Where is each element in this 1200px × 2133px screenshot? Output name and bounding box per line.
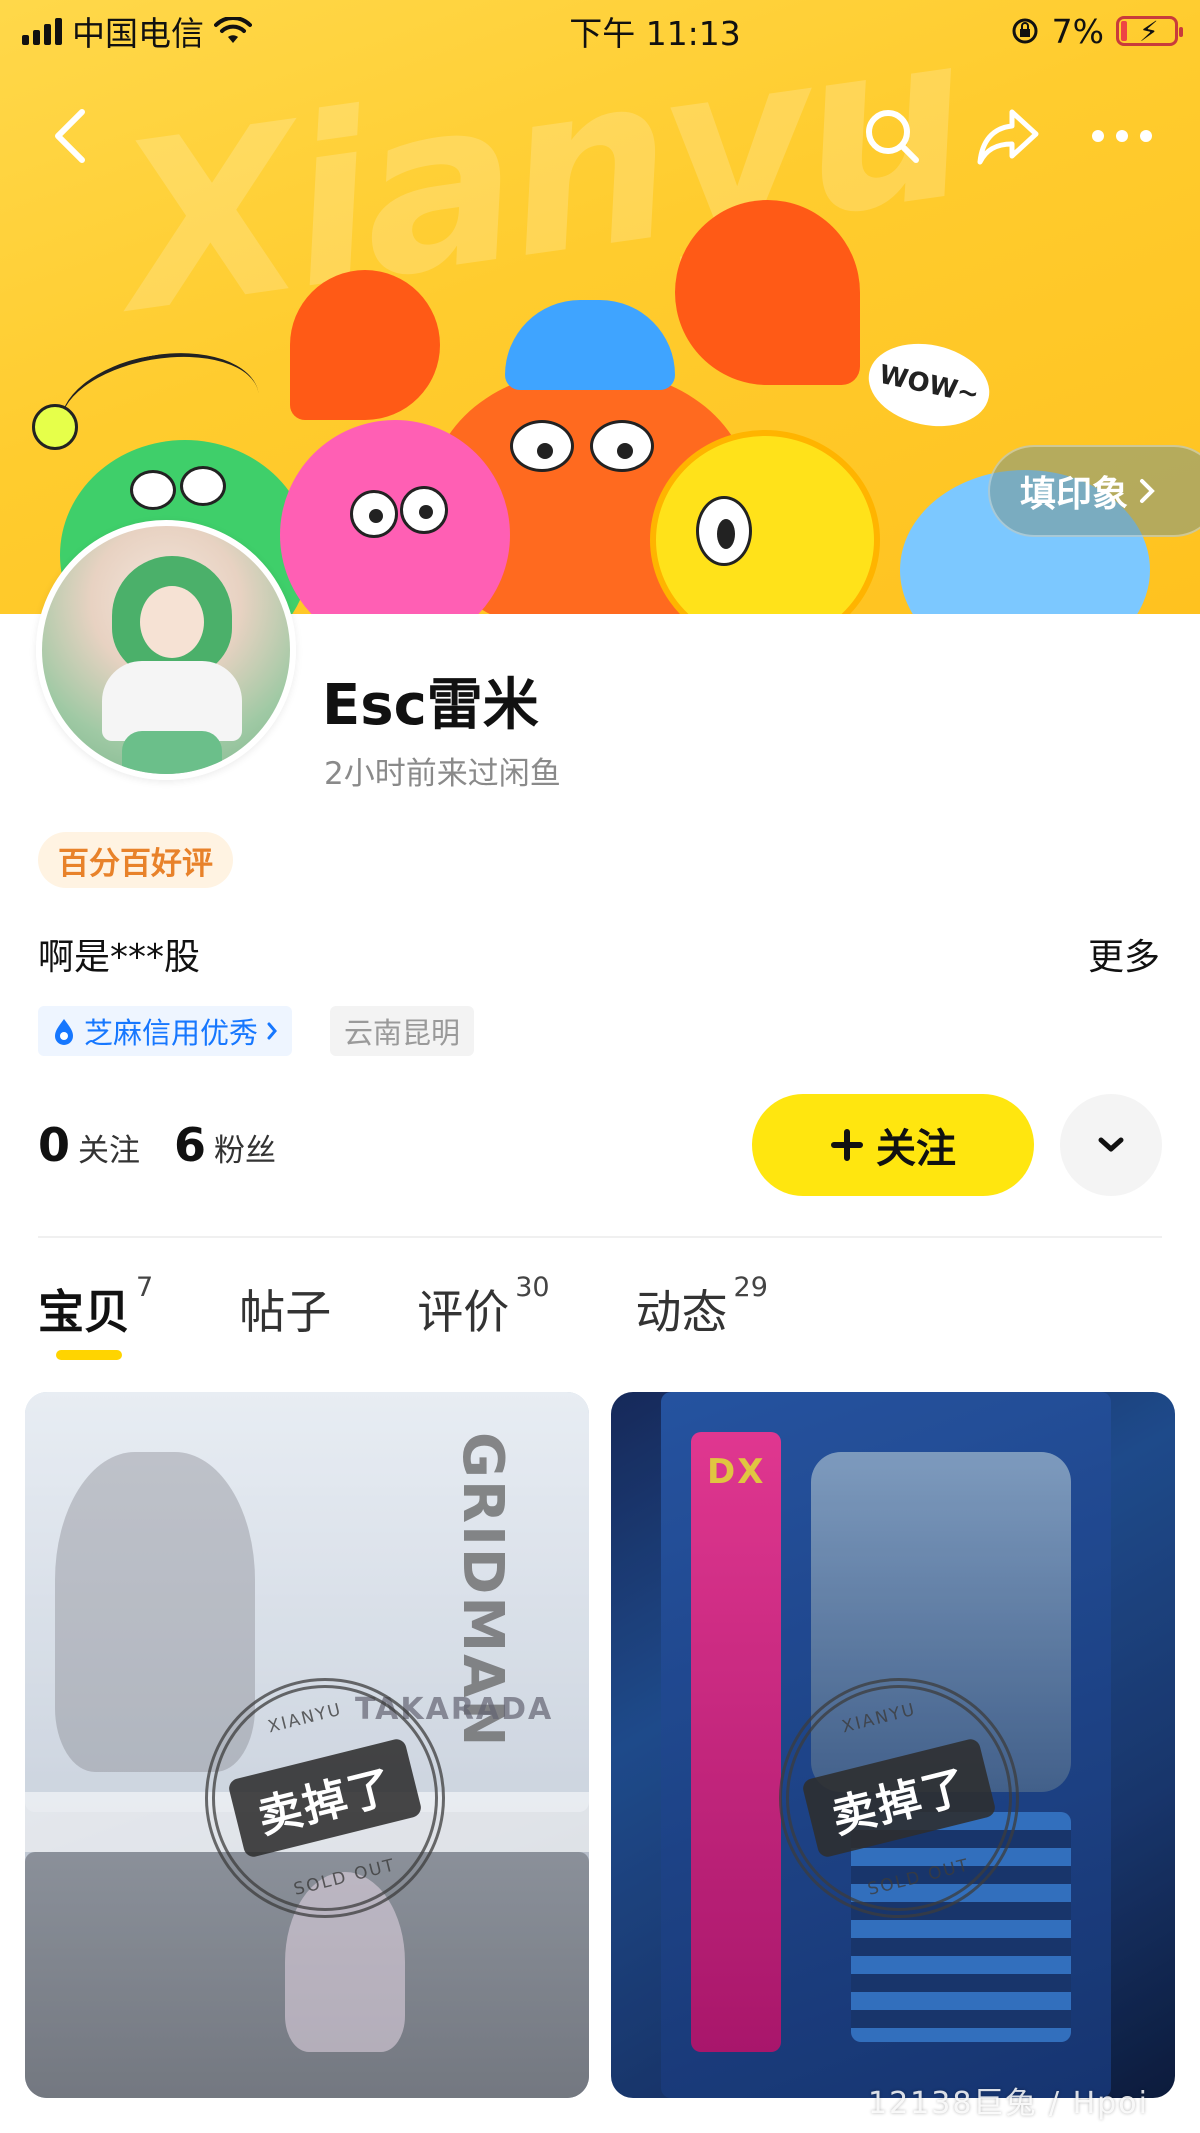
- chevron-right-icon: [267, 1022, 277, 1040]
- search-button[interactable]: [856, 100, 928, 172]
- mascot-blue-cap: [505, 300, 675, 390]
- tab-posts[interactable]: 帖子: [239, 1276, 331, 1342]
- plus-icon: [831, 1129, 863, 1161]
- tab-activity-count: 29: [733, 1272, 768, 1303]
- mascot-antenna-ball: [32, 404, 78, 450]
- following-stat[interactable]: 0 关注: [38, 1118, 140, 1172]
- tab-items-count: 7: [136, 1272, 154, 1303]
- mascot-crab-claw-left: [290, 270, 440, 420]
- more-icon: [1092, 130, 1152, 142]
- user-avatar[interactable]: [36, 520, 296, 780]
- user-bio: 啊是***股: [38, 937, 201, 978]
- tab-posts-label: 帖子: [239, 1285, 332, 1339]
- sesame-credit-tag[interactable]: 芝麻信用优秀: [38, 1006, 293, 1056]
- bio-more-link[interactable]: 更多: [1088, 928, 1160, 980]
- status-time: 下午 11:13: [569, 14, 741, 53]
- location-tag: 云南昆明: [330, 1006, 475, 1056]
- image-watermark: 12138巨兔 / Hpoi: [868, 2086, 1149, 2121]
- followers-stat[interactable]: 6 粉丝: [174, 1118, 276, 1172]
- chevron-right-icon: [1140, 479, 1155, 503]
- fill-impression-label: 填印象: [1020, 474, 1129, 515]
- product-card[interactable]: GRIDMAN TAKARADA XIANYU 卖掉了 SOLD OUT: [25, 1392, 589, 2098]
- tab-activity-label: 动态: [635, 1285, 728, 1339]
- username: Esc雷米: [322, 673, 539, 738]
- tab-reviews[interactable]: 评价 30: [417, 1272, 549, 1342]
- follow-stats: 0 关注 6 粉丝: [38, 1118, 276, 1172]
- status-bar: 中国电信 下午 11:13 7% ⚡: [0, 0, 1200, 62]
- tab-items-label: 宝贝: [38, 1285, 130, 1339]
- wifi-icon: [214, 17, 252, 43]
- signal-icon: [22, 17, 62, 45]
- battery-icon: ⚡: [1116, 15, 1183, 48]
- search-icon: [866, 110, 919, 163]
- more-button[interactable]: [1086, 100, 1158, 172]
- mascot-crab-claw-right: [675, 200, 860, 385]
- following-label: 关注: [78, 1133, 141, 1169]
- carrier-label: 中国电信: [72, 14, 204, 53]
- tab-items[interactable]: 宝贝 7: [38, 1272, 153, 1360]
- sold-out-label: 卖掉了: [227, 1737, 423, 1859]
- profile-tabs: 宝贝 7 帖子 评价 30 动态 29: [38, 1272, 854, 1360]
- tab-reviews-count: 30: [515, 1272, 550, 1303]
- rating-badge[interactable]: 百分百好评: [38, 832, 233, 888]
- followers-count: 6: [174, 1118, 207, 1172]
- share-button[interactable]: [972, 100, 1044, 172]
- back-icon: [55, 109, 85, 163]
- active-tab-indicator: [56, 1350, 122, 1360]
- tab-activity[interactable]: 动态 29: [635, 1272, 768, 1342]
- following-count: 0: [38, 1118, 71, 1172]
- battery-percent: 7%: [1051, 11, 1104, 51]
- section-divider: [38, 1236, 1162, 1238]
- sesame-icon: [55, 1019, 73, 1045]
- sesame-credit-label: 芝麻信用优秀: [84, 1016, 259, 1050]
- fill-impression-button[interactable]: 填印象: [988, 445, 1200, 537]
- product-card[interactable]: DX XIANYU 卖掉了 SOLD OUT: [611, 1392, 1175, 2098]
- wow-speech-bubble: WOW~: [861, 333, 997, 437]
- follow-button[interactable]: 关注: [752, 1094, 1034, 1196]
- back-button[interactable]: [34, 100, 106, 172]
- lock-rotation-icon: [1012, 18, 1038, 44]
- share-icon: [977, 109, 1039, 165]
- sold-out-label: 卖掉了: [801, 1737, 997, 1859]
- followers-label: 粉丝: [214, 1133, 277, 1169]
- chevron-down-icon: [1098, 1137, 1124, 1152]
- more-actions-dropdown[interactable]: [1060, 1094, 1162, 1196]
- follow-label: 关注: [876, 1126, 956, 1172]
- tab-reviews-label: 评价: [417, 1285, 510, 1339]
- last-seen-text: 2小时前来过闲鱼: [324, 756, 561, 792]
